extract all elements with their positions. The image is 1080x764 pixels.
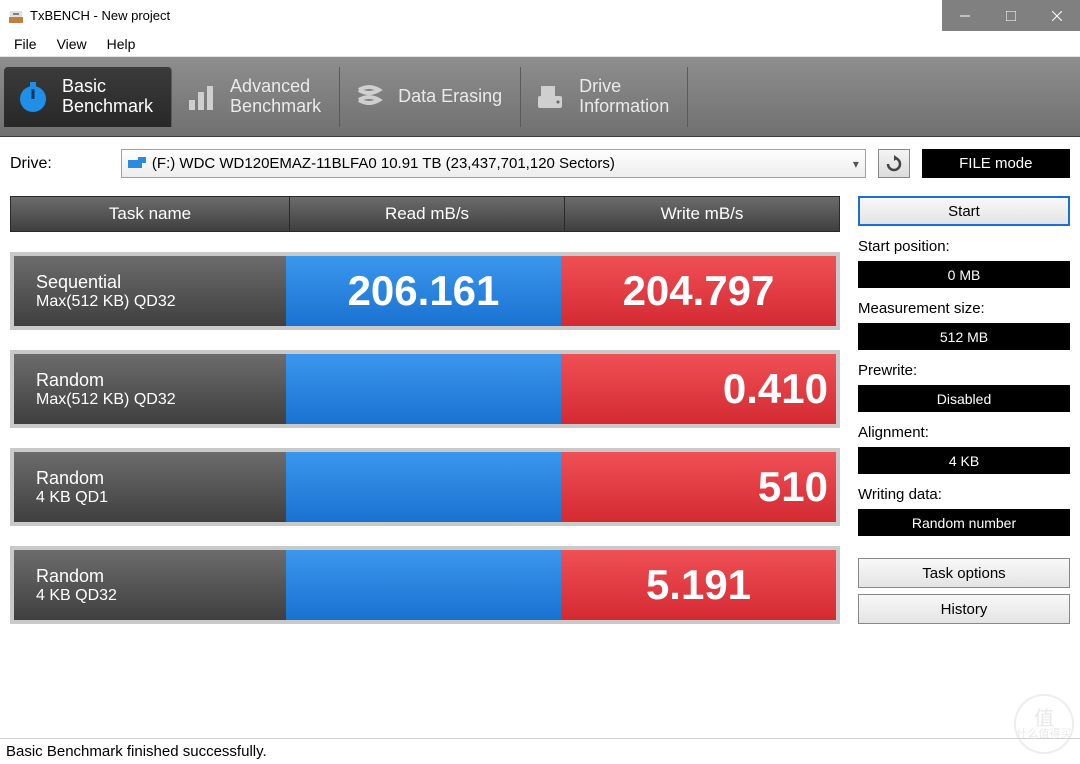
refresh-button[interactable] [878, 149, 910, 178]
history-button[interactable]: History [858, 594, 1070, 624]
tab-basic-benchmark[interactable]: BasicBenchmark [4, 67, 172, 127]
task-options-button[interactable]: Task options [858, 558, 1070, 588]
tab-drive-information[interactable]: DriveInformation [521, 67, 688, 127]
task-cell: Random Max(512 KB) QD32 [14, 354, 286, 424]
content: Drive: (F:) WDC WD120EMAZ-11BLFA0 10.91 … [0, 137, 1080, 630]
align-value[interactable]: 4 KB [858, 447, 1070, 474]
watermark: 值 什么值得买 [1014, 694, 1074, 754]
close-button[interactable] [1034, 0, 1080, 31]
drive-icon [128, 157, 146, 171]
header-write: Write mB/s [565, 196, 840, 232]
wdata-label: Writing data: [858, 486, 1070, 503]
menu-help[interactable]: Help [97, 34, 146, 54]
result-row-random-max: Random Max(512 KB) QD32 0.410 [10, 350, 840, 428]
write-value: 204.797 [561, 256, 836, 326]
menu-view[interactable]: View [47, 34, 97, 54]
msize-label: Measurement size: [858, 300, 1070, 317]
drive-select[interactable]: (F:) WDC WD120EMAZ-11BLFA0 10.91 TB (23,… [121, 149, 866, 178]
task-cell: Sequential Max(512 KB) QD32 [14, 256, 286, 326]
stopwatch-icon [14, 78, 52, 116]
maximize-button[interactable] [988, 0, 1034, 31]
window-title: TxBENCH - New project [30, 8, 170, 23]
drive-value: (F:) WDC WD120EMAZ-11BLFA0 10.91 TB (23,… [152, 155, 615, 172]
titlebar: TxBENCH - New project [0, 0, 1080, 31]
read-value [286, 354, 561, 424]
table-header: Task name Read mB/s Write mB/s [10, 196, 840, 232]
results-table: Task name Read mB/s Write mB/s Sequentia… [10, 196, 840, 624]
result-row-random-qd32: Random 4 KB QD32 5.191 [10, 546, 840, 624]
read-value: 206.161 [286, 256, 561, 326]
file-mode-button[interactable]: FILE mode [922, 149, 1070, 178]
task-cell: Random 4 KB QD32 [14, 550, 286, 620]
tab-bar: BasicBenchmark AdvancedBenchmark Data Er… [0, 57, 1080, 137]
drive-label: Drive: [10, 155, 109, 173]
tab-label: AdvancedBenchmark [230, 77, 321, 117]
erase-icon [350, 78, 388, 116]
header-read: Read mB/s [290, 196, 565, 232]
tab-label: BasicBenchmark [62, 77, 153, 117]
bars-icon [182, 78, 220, 116]
write-value: 5.191 [561, 550, 836, 620]
menubar: File View Help [0, 31, 1080, 57]
task-cell: Random 4 KB QD1 [14, 452, 286, 522]
write-value: 0.410 [561, 354, 836, 424]
drive-info-icon [531, 78, 569, 116]
prewrite-label: Prewrite: [858, 362, 1070, 379]
drive-row: Drive: (F:) WDC WD120EMAZ-11BLFA0 10.91 … [10, 149, 1070, 178]
read-value [286, 452, 561, 522]
menu-file[interactable]: File [4, 34, 47, 54]
result-row-random-qd1: Random 4 KB QD1 510 [10, 448, 840, 526]
tab-label: DriveInformation [579, 77, 669, 117]
tab-label: Data Erasing [398, 87, 502, 107]
side-panel: Start Start position: 0 MB Measurement s… [858, 196, 1070, 624]
align-label: Alignment: [858, 424, 1070, 441]
tab-advanced-benchmark[interactable]: AdvancedBenchmark [172, 67, 340, 127]
read-value [286, 550, 561, 620]
startpos-label: Start position: [858, 238, 1070, 255]
result-row-sequential: Sequential Max(512 KB) QD32 206.161 204.… [10, 252, 840, 330]
startpos-value[interactable]: 0 MB [858, 261, 1070, 288]
header-task: Task name [10, 196, 290, 232]
wdata-value[interactable]: Random number [858, 509, 1070, 536]
start-button[interactable]: Start [858, 196, 1070, 226]
msize-value[interactable]: 512 MB [858, 323, 1070, 350]
minimize-button[interactable] [942, 0, 988, 31]
write-value: 510 [561, 452, 836, 522]
status-bar: Basic Benchmark finished successfully. [0, 738, 1080, 764]
tab-data-erasing[interactable]: Data Erasing [340, 67, 521, 127]
app-icon [8, 8, 24, 24]
window-controls [942, 0, 1080, 31]
chevron-down-icon: ▾ [853, 157, 859, 171]
prewrite-value[interactable]: Disabled [858, 385, 1070, 412]
status-text: Basic Benchmark finished successfully. [6, 743, 267, 760]
